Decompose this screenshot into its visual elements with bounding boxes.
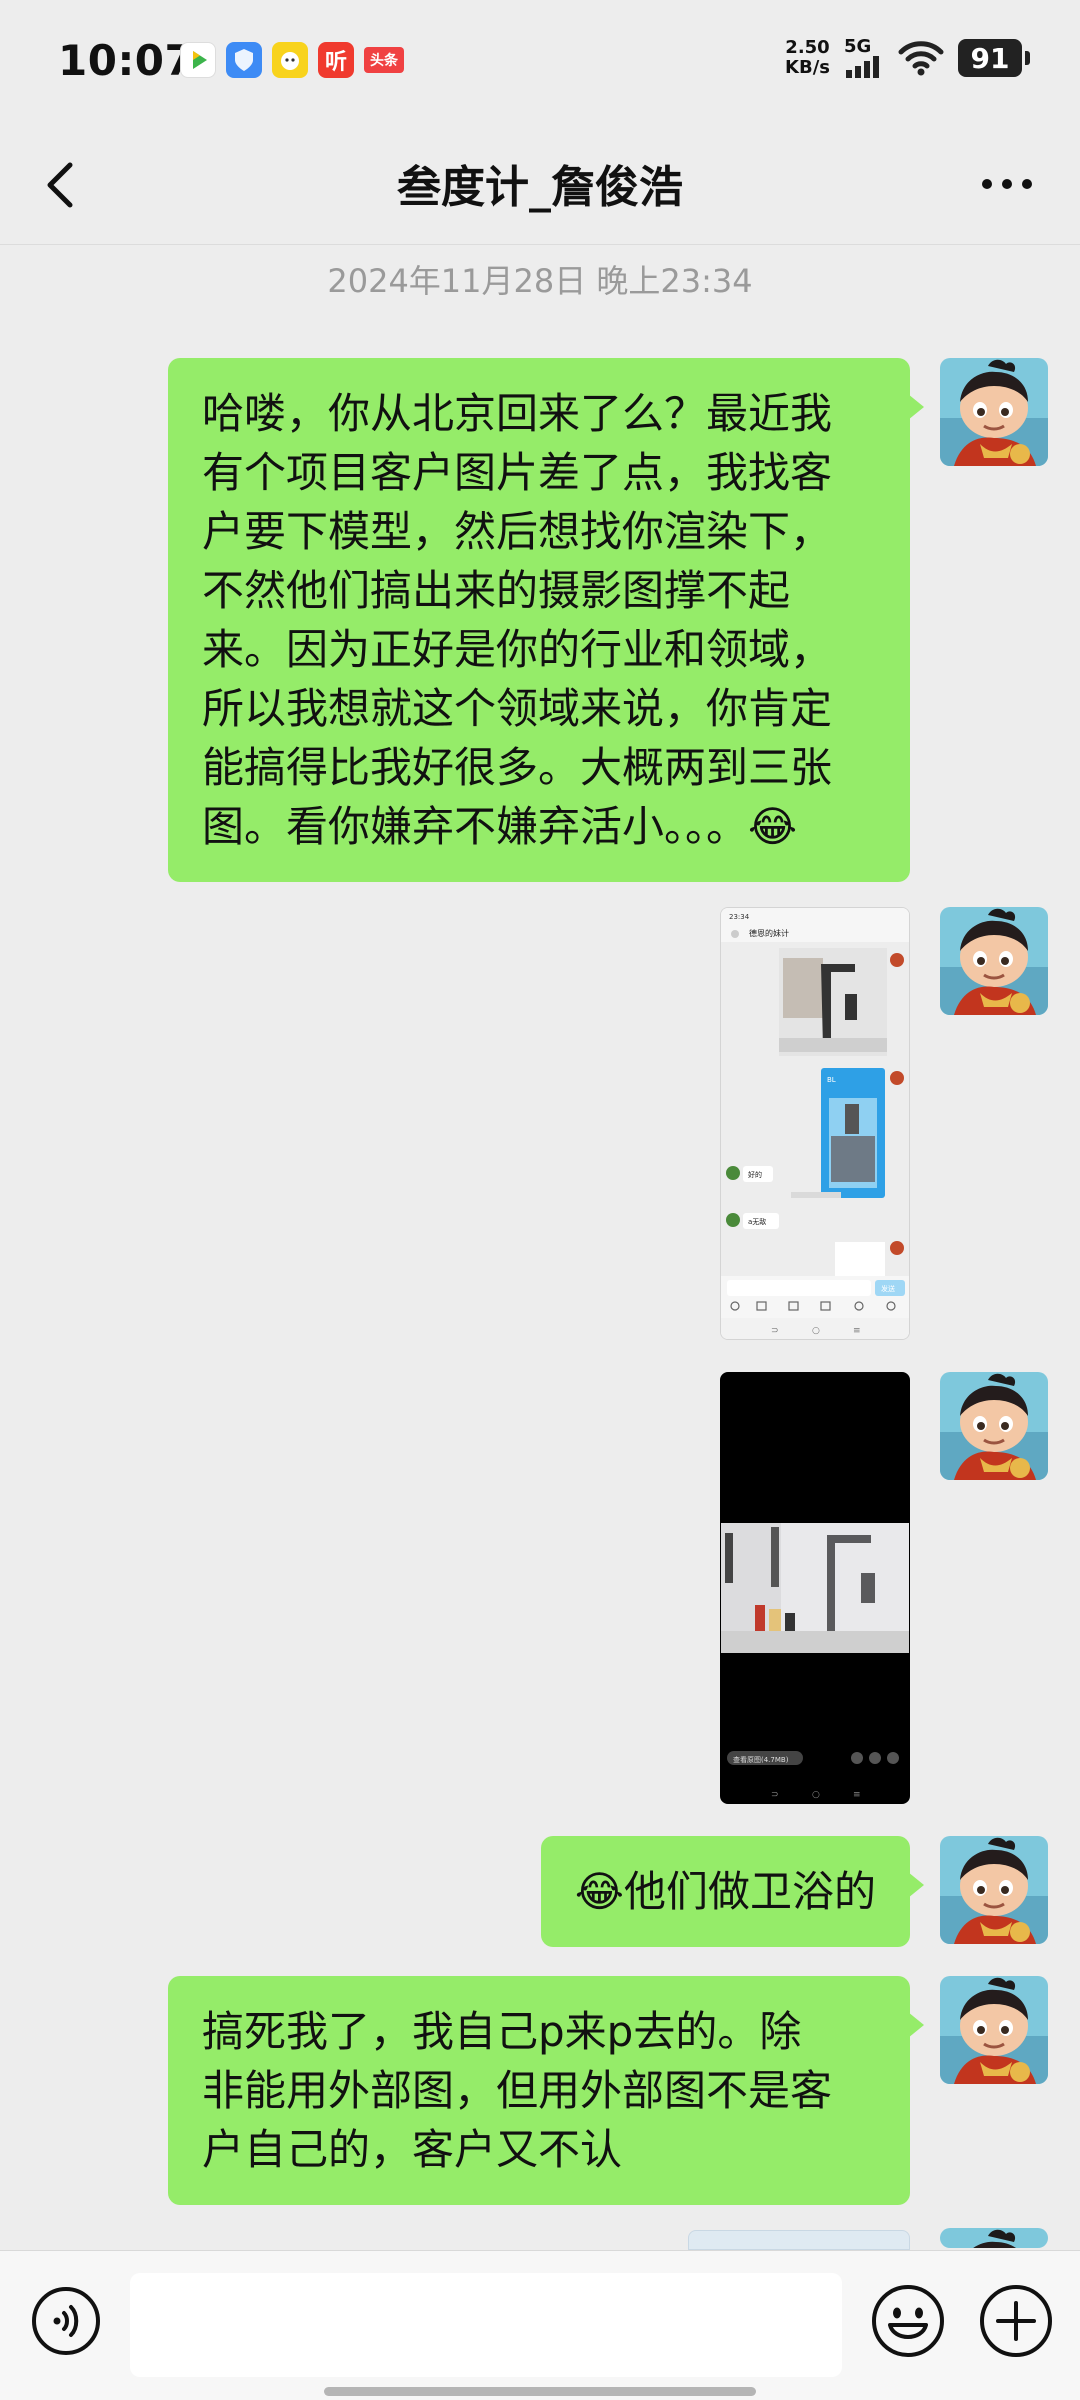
svg-text:⊃: ⊃ xyxy=(771,1326,779,1336)
svg-text:查看原图(4.7MB): 查看原图(4.7MB) xyxy=(733,1755,789,1764)
svg-text:○: ○ xyxy=(812,1790,820,1800)
message-timestamp: 2024年11月28日 晚上23:34 xyxy=(327,262,753,300)
svg-text:好的: 好的 xyxy=(748,1170,762,1179)
notification-icons: 听 头条 xyxy=(180,42,404,78)
chat-header: 叁度计_詹俊浩 xyxy=(0,125,1080,245)
text-message-bubble[interactable]: 搞死我了，我自己p来p去的。除 非能用外部图，但用外部图不是客 户自己的，客户又… xyxy=(168,1976,924,2205)
chat-screenshot-image[interactable]: 23:34 德恩的妹计 BL 好的 a无敌 发送 ⊃ ○ ≡ xyxy=(720,907,910,1340)
net-speed: 2.50 KB/s xyxy=(785,37,830,78)
svg-text:≡: ≡ xyxy=(853,1326,861,1336)
svg-text:发送: 发送 xyxy=(881,1284,895,1293)
emoji-icon[interactable] xyxy=(870,2283,946,2359)
screenshot-thumbnail: 23:34 德恩的妹计 BL 好的 a无敌 发送 ⊃ ○ ≡ xyxy=(721,908,909,1339)
avatar[interactable] xyxy=(940,358,1048,466)
avatar[interactable] xyxy=(940,1976,1048,2084)
avatar[interactable] xyxy=(940,1372,1048,1480)
svg-text:BL: BL xyxy=(827,1076,836,1084)
text-message-bubble[interactable]: 😂他们做卫浴的 xyxy=(540,1836,925,1947)
partial-image-message[interactable] xyxy=(688,2230,910,2250)
listen-app-icon: 听 xyxy=(318,42,354,78)
home-indicator[interactable] xyxy=(324,2387,756,2396)
wifi-icon xyxy=(898,41,944,76)
signal-strength: 5G xyxy=(844,38,884,78)
plus-icon[interactable] xyxy=(978,2283,1054,2359)
svg-text:○: ○ xyxy=(812,1326,820,1336)
faucet-photo-image[interactable]: 查看原图(4.7MB) ⊃ ○ ≡ xyxy=(720,1372,910,1804)
voice-icon[interactable] xyxy=(30,2285,102,2357)
battery-indicator: 91 xyxy=(958,39,1030,77)
video-app-icon xyxy=(180,42,216,78)
status-indicators: 2.50 KB/s 5G 91 xyxy=(785,37,1030,78)
chat-title: 叁度计_詹俊浩 xyxy=(397,162,683,213)
signal-bars-icon xyxy=(846,56,879,78)
svg-text:23:34: 23:34 xyxy=(729,913,750,921)
faucet-photo-thumbnail: 查看原图(4.7MB) ⊃ ○ ≡ xyxy=(721,1373,909,1803)
status-time: 10:07 xyxy=(58,36,195,85)
svg-text:≡: ≡ xyxy=(853,1790,861,1800)
more-options-icon[interactable] xyxy=(972,159,1042,209)
text-message-bubble[interactable]: 哈喽，你从北京回来了么？最近我 有个项目客户图片差了点，我找客 户要下模型，然后… xyxy=(168,358,924,882)
toutiao-app-icon: 头条 xyxy=(364,47,404,73)
svg-text:a无敌: a无敌 xyxy=(748,1217,766,1226)
yellow-app-icon xyxy=(272,42,308,78)
svg-text:⊃: ⊃ xyxy=(771,1790,779,1800)
svg-text:德恩的妹计: 德恩的妹计 xyxy=(749,928,789,938)
avatar[interactable] xyxy=(940,2228,1048,2248)
avatar[interactable] xyxy=(940,907,1048,1015)
avatar[interactable] xyxy=(940,1836,1048,1944)
network-type: 5G xyxy=(844,36,872,57)
shield-app-icon xyxy=(226,42,262,78)
input-bar xyxy=(0,2250,1080,2400)
status-bar: 10:07 听 头条 2.50 KB/s 5G 91 xyxy=(0,0,1080,125)
message-input[interactable] xyxy=(130,2273,842,2377)
